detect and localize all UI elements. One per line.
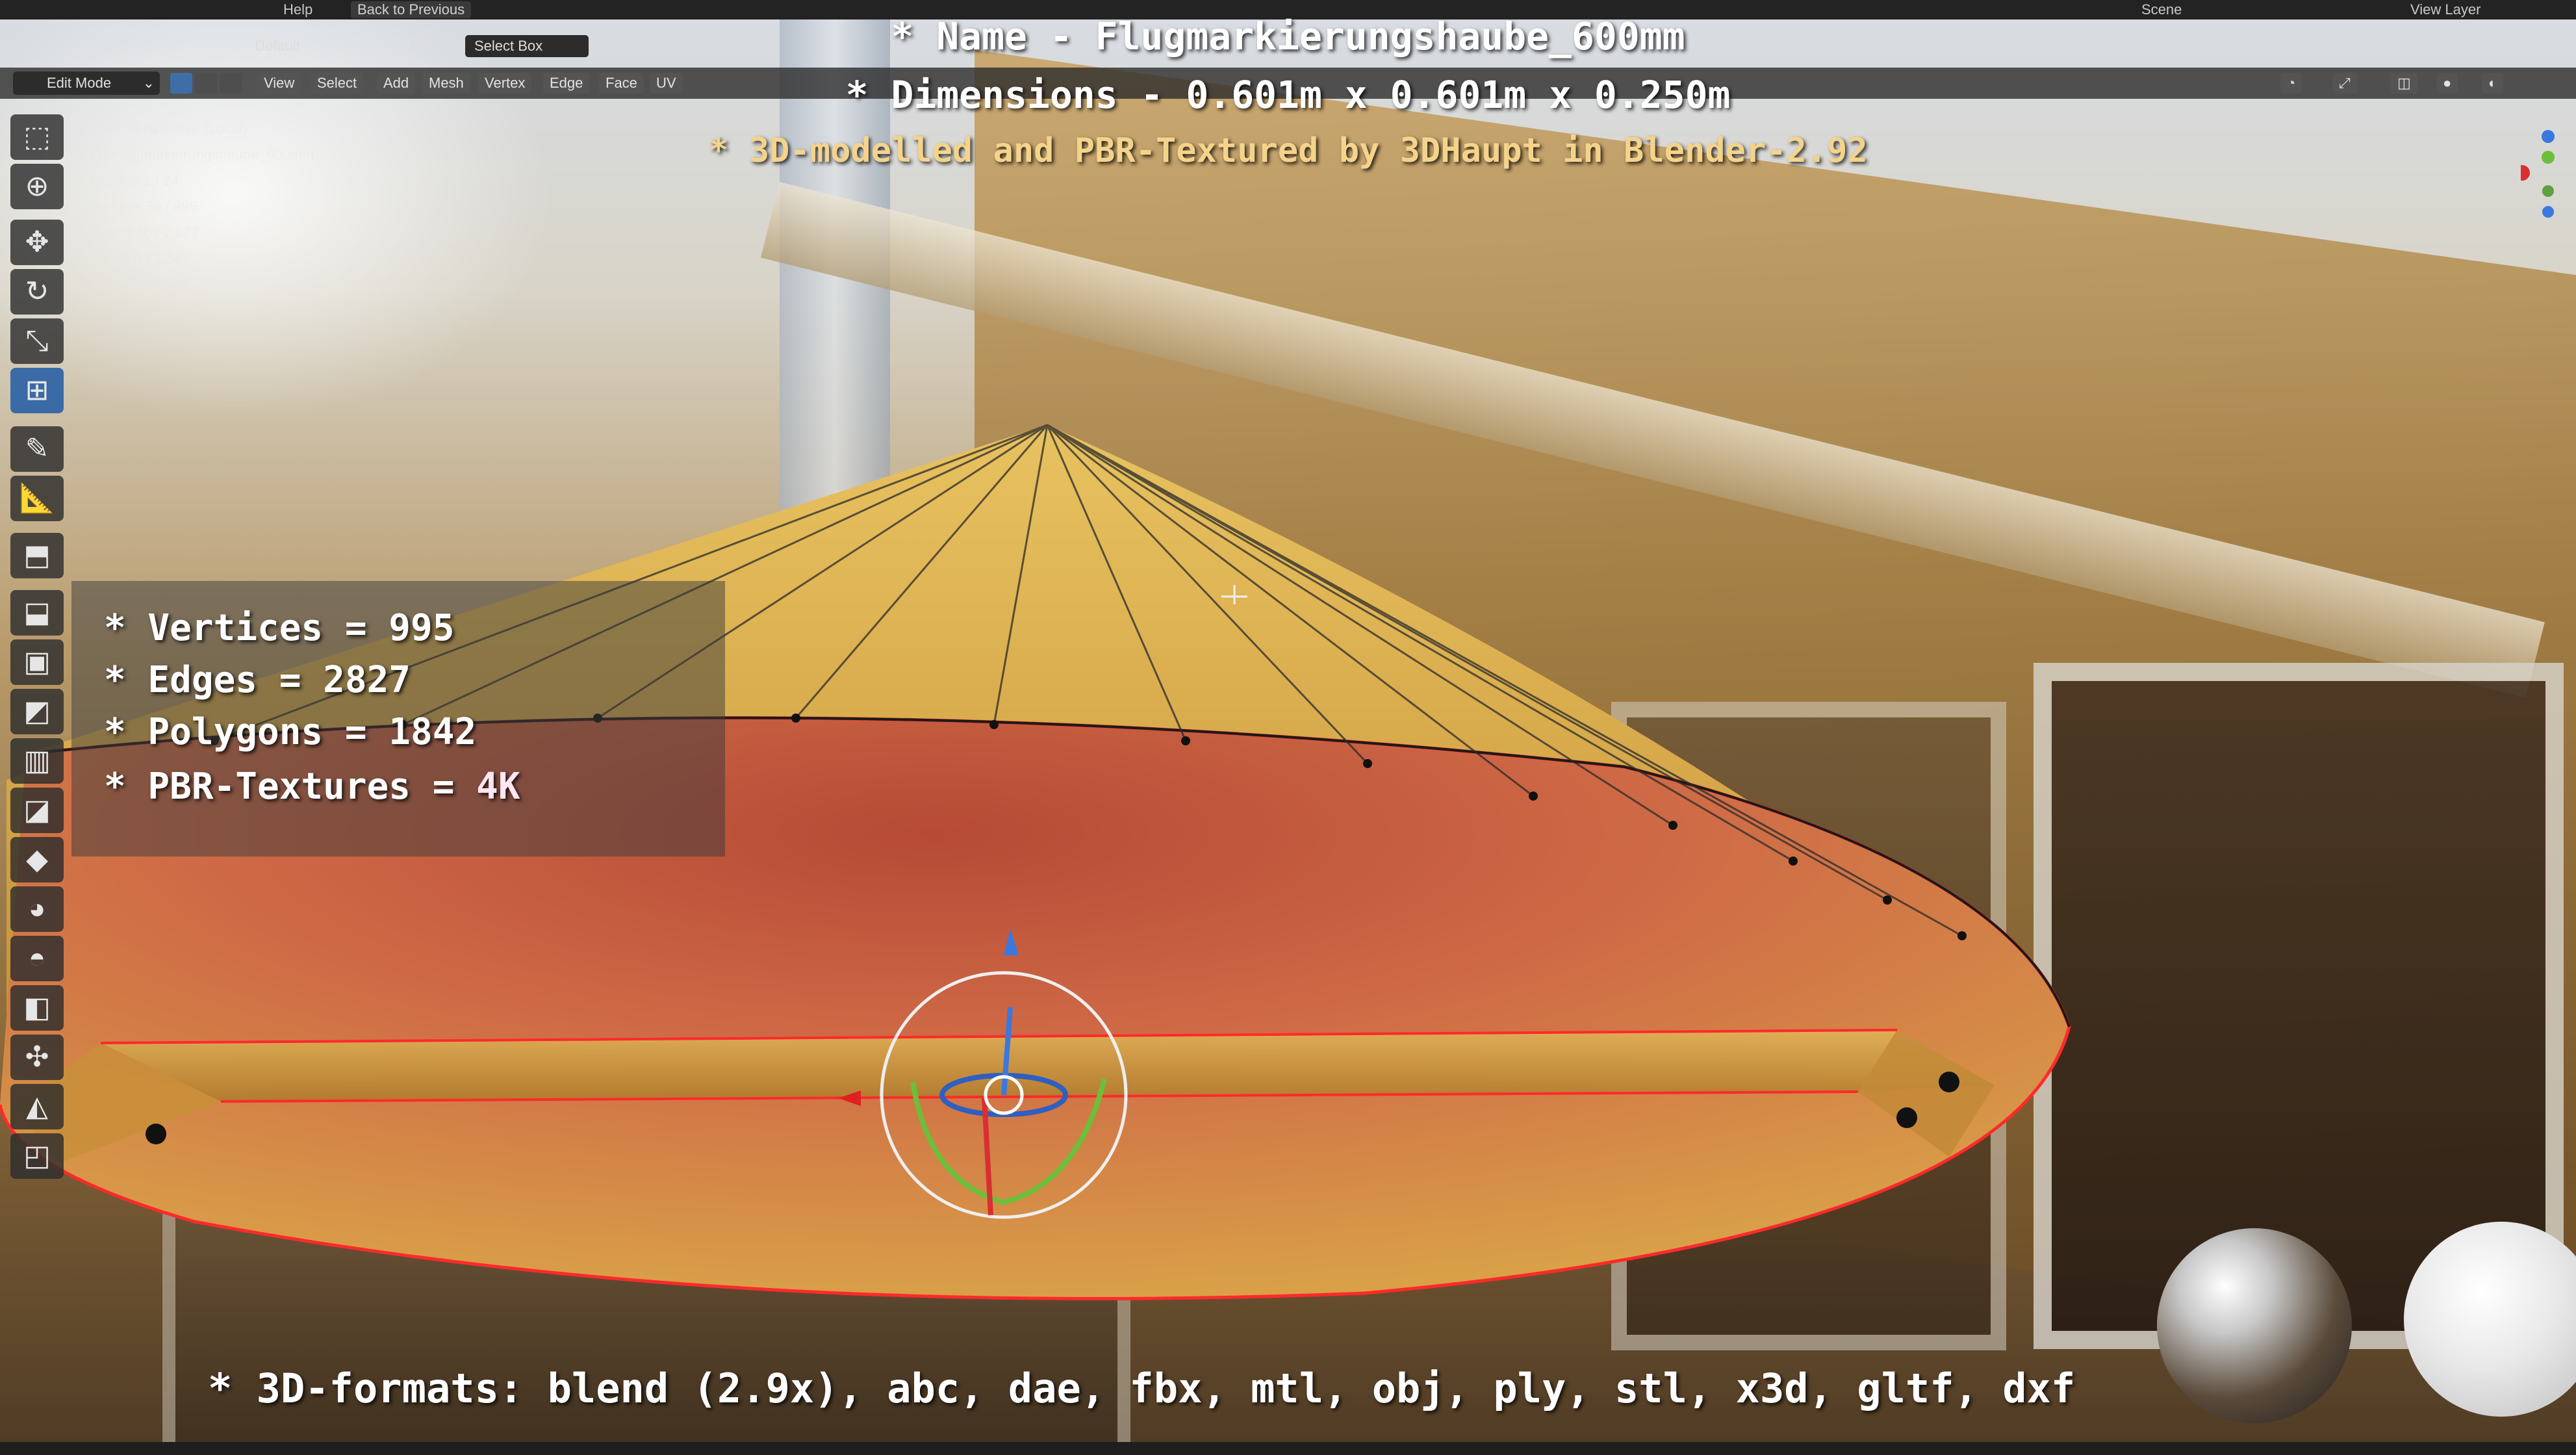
triangles-count: Triangles 1,842 (91, 276, 189, 292)
stat-polygons: * Polygons = 1842 (104, 711, 477, 753)
z-axis-icon (2542, 130, 2555, 143)
navigation-gizmo[interactable] (2521, 123, 2560, 227)
add-cube-icon[interactable]: ⬒ (10, 533, 64, 578)
spin-icon[interactable]: ◕ (10, 886, 64, 932)
rotate-icon[interactable]: ↻ (10, 269, 64, 315)
faces-count: Faces 0 / 1,842 (91, 250, 190, 266)
rip-icon[interactable]: ◰ (10, 1133, 64, 1179)
edge-slide-icon[interactable]: ◧ (10, 985, 64, 1031)
vertices-count: Vertices 36 / 995 (91, 198, 198, 214)
objects-count: Objects 1 / 24 (91, 172, 179, 188)
status-bar (0, 1442, 2576, 1455)
stat-textures: * PBR-Textures = 4K (104, 766, 520, 808)
stats-overlay-box: * Vertices = 995 * Edges = 2827 * Polygo… (71, 581, 725, 856)
stat-textures-label: * PBR-Textures = (104, 766, 477, 808)
shear-icon[interactable]: ◭ (10, 1084, 64, 1129)
z-neg-axis-icon (2542, 206, 2554, 218)
loop-cut-icon[interactable]: ▥ (10, 738, 64, 784)
inset-icon[interactable]: ▣ (10, 639, 64, 685)
transform-icon[interactable]: ⊞ (10, 368, 64, 413)
stat-textures-value: 4K (476, 766, 520, 808)
stat-edges: * Edges = 2827 (104, 659, 411, 701)
overlay-title-name: * Name - Flugmarkierungshaube_600mm (891, 14, 1685, 58)
edges-count: Edges 36 / 2,827 (91, 224, 199, 240)
scale-icon[interactable]: ⤡ (10, 318, 64, 364)
hdri-preview-sphere (2157, 1228, 2352, 1423)
smooth-icon[interactable]: ◓ (10, 936, 64, 981)
tool-shelf: ⬚ ⊕ ✥ ↻ ⤡ ⊞ ✎ 📐 ⬒ ⬓ ▣ ◩ ▥ ◪ ◆ ◕ ◓ ◧ ✣ ◭ … (8, 114, 66, 1245)
knife-icon[interactable]: ◪ (10, 788, 64, 833)
move-icon[interactable]: ✥ (10, 220, 64, 265)
cursor-icon[interactable]: ⊕ (10, 164, 64, 209)
measure-icon[interactable]: 📐 (10, 476, 64, 521)
y-neg-axis-icon (2542, 185, 2554, 197)
shrink-fatten-icon[interactable]: ✣ (10, 1035, 64, 1080)
x-axis-icon (2521, 165, 2530, 181)
overlay-title-dimensions: * Dimensions - 0.601m x 0.601m x 0.250m (845, 73, 1731, 117)
overlay-formats: * 3D-formats: blend (2.9x), abc, dae, fb… (208, 1365, 2076, 1412)
poly-build-icon[interactable]: ◆ (10, 837, 64, 882)
y-axis-icon (2542, 151, 2555, 164)
bevel-icon[interactable]: ◩ (10, 689, 64, 734)
annotate-icon[interactable]: ✎ (10, 426, 64, 472)
extrude-icon[interactable]: ⬓ (10, 590, 64, 636)
stat-vertices: * Vertices = 995 (104, 607, 455, 649)
overlay-title-credit: * 3D-modelled and PBR-Textured by 3DHaup… (708, 131, 1868, 170)
